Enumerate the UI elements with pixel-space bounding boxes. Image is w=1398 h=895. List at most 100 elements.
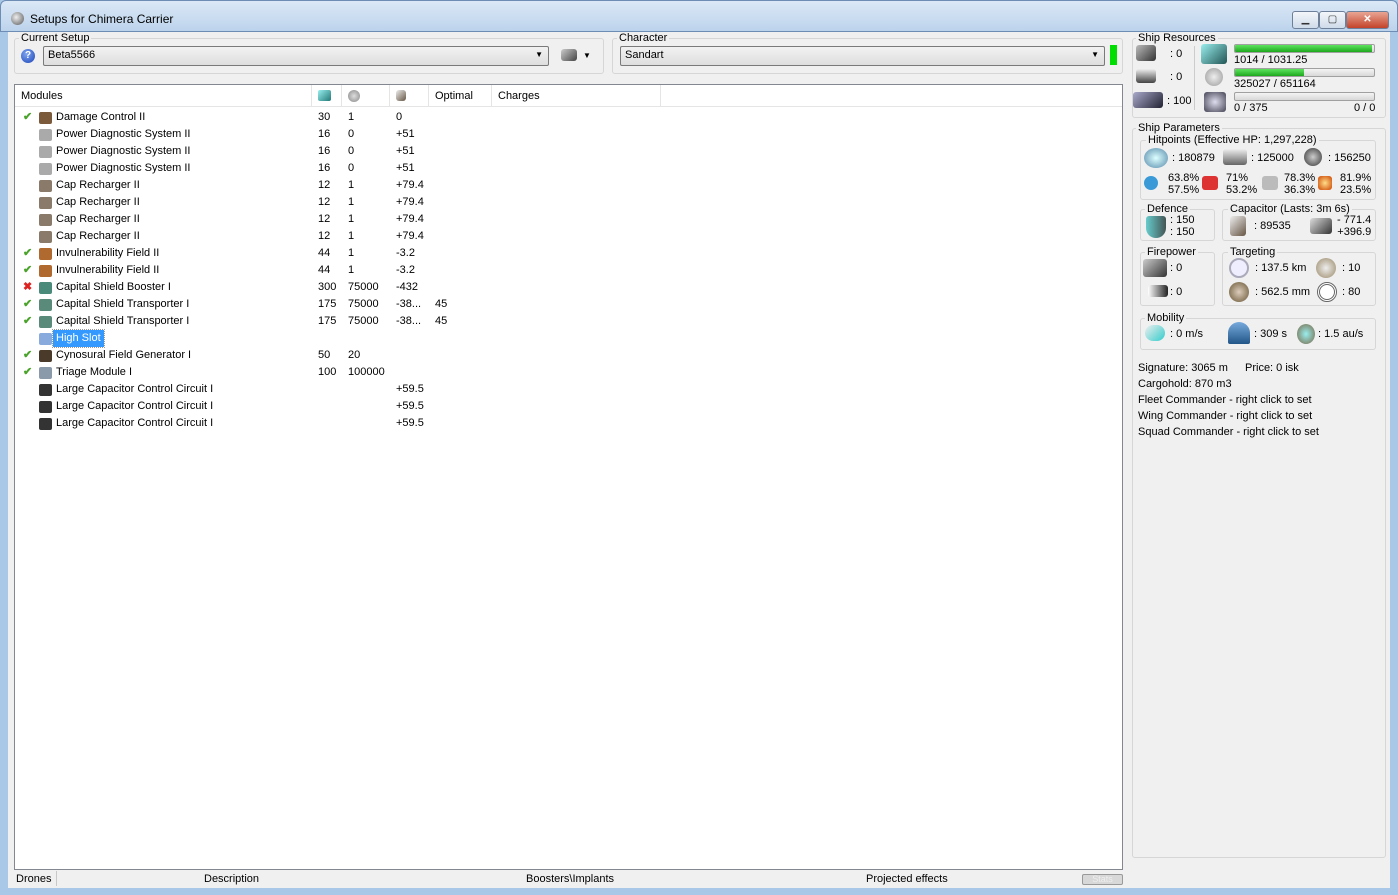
capacitor-amount: : 89535: [1254, 220, 1291, 232]
structure-icon: [1304, 148, 1322, 166]
module-capacitor: -3.2: [396, 264, 415, 276]
shield-icon: [1144, 148, 1168, 168]
module-row[interactable]: Cap Recharger II 12 1 +79.4: [15, 228, 715, 245]
em-resists: 63.8% 57.5%: [1168, 172, 1200, 196]
setup-select[interactable]: Beta5566 ▼: [43, 46, 549, 66]
module-row[interactable]: ✔ Invulnerability Field II 44 1 -3.2: [15, 245, 715, 262]
module-row[interactable]: Power Diagnostic System II 16 0 +51: [15, 160, 715, 177]
help-icon[interactable]: ?: [21, 49, 35, 63]
close-button[interactable]: ✕: [1346, 11, 1389, 29]
module-powergrid: 1: [348, 247, 355, 259]
launcher-hardpoint-icon: [1136, 69, 1156, 83]
header-capacitor[interactable]: [390, 85, 429, 107]
missile-dps-icon: [1148, 285, 1168, 297]
module-powergrid: 100000: [348, 366, 385, 378]
module-row[interactable]: Large Capacitor Control Circuit I +59.5: [15, 398, 715, 415]
turret-dps: : 0: [1170, 262, 1183, 274]
tab-description[interactable]: Description: [204, 871, 259, 888]
thermal-resists: 71% 53.2%: [1226, 172, 1258, 196]
tab-drones[interactable]: Drones: [16, 871, 51, 888]
module-row[interactable]: ✔ Triage Module I 100 100000: [15, 364, 715, 381]
module-name: Large Capacitor Control Circuit I: [56, 383, 214, 395]
max-targets-icon: [1316, 258, 1336, 278]
module-optimal: 45: [435, 315, 448, 327]
module-name: Cynosural Field Generator I: [56, 349, 192, 361]
check-icon: ✔: [23, 349, 33, 361]
scan-resolution-icon: [1229, 282, 1249, 302]
module-row[interactable]: ✔ Cynosural Field Generator I 50 20: [15, 347, 715, 364]
minimize-button[interactable]: ▁: [1292, 11, 1319, 29]
stats-button[interactable]: Stats: [1082, 874, 1123, 885]
cpu-bar: [1234, 44, 1375, 53]
module-name: Invulnerability Field II: [56, 264, 160, 276]
modules-list[interactable]: Modules Optimal Charges ✔ Damage Control …: [14, 84, 1123, 870]
module-cpu: 100: [318, 366, 337, 378]
module-row[interactable]: Cap Recharger II 12 1 +79.4: [15, 177, 715, 194]
module-cpu: 44: [318, 247, 331, 259]
error-x-icon: ✖: [23, 281, 33, 293]
module-row[interactable]: ✖ Capital Shield Booster I 300 75000 -432: [15, 279, 715, 296]
defence-values: : 150: 150: [1170, 214, 1195, 238]
ship-tools-icon[interactable]: [561, 49, 577, 61]
module-row[interactable]: ✔ Capital Shield Transporter I 175 75000 -38…: [15, 313, 715, 330]
header-charges[interactable]: Charges: [492, 85, 661, 107]
module-row[interactable]: Cap Recharger II 12 1 +79.4: [15, 194, 715, 211]
module-row[interactable]: ✔ Damage Control II 30 1 0: [15, 109, 715, 126]
module-row[interactable]: High Slot: [15, 329, 715, 348]
velocity-icon: [1145, 325, 1165, 341]
signature-radius: Signature: 3065 m: [1138, 362, 1228, 374]
module-optimal: 45: [435, 298, 448, 310]
module-name: Power Diagnostic System II: [56, 145, 191, 157]
header-modules[interactable]: Modules: [15, 85, 312, 107]
setup-value: Beta5566: [48, 49, 96, 61]
calibration-value: : 100: [1167, 95, 1192, 107]
module-capacitor: -38...: [396, 298, 422, 310]
module-cpu: 12: [318, 179, 331, 191]
thermal-resist-icon: [1202, 176, 1218, 190]
targeting-range-icon: [1229, 258, 1249, 278]
module-row[interactable]: ✔ Invulnerability Field II 44 1 -3.2: [15, 262, 715, 279]
module-row[interactable]: ✔ Capital Shield Transporter I 175 75000 -38…: [15, 296, 715, 313]
powergrid-bar: [1234, 68, 1375, 77]
character-label: Character: [617, 32, 670, 44]
header-cpu[interactable]: [312, 85, 342, 107]
tab-boosters-implants[interactable]: Boosters\Implants: [526, 871, 614, 888]
character-select[interactable]: Sandart ▼: [620, 46, 1105, 66]
ship-price: Price: 0 isk: [1245, 362, 1299, 374]
module-icon: [39, 265, 52, 277]
cpu-icon: [318, 90, 331, 101]
header-optimal[interactable]: Optimal: [429, 85, 492, 107]
cargohold: Cargohold: 870 m3: [1138, 378, 1232, 390]
ship-resources-title: Ship Resources: [1136, 32, 1218, 44]
module-icon: [39, 129, 52, 141]
module-icon: [39, 418, 52, 430]
chevron-down-icon[interactable]: ▼: [583, 51, 591, 60]
squad-commander[interactable]: Squad Commander - right click to set: [1138, 426, 1319, 438]
wing-commander[interactable]: Wing Commander - right click to set: [1138, 410, 1312, 422]
module-row[interactable]: Cap Recharger II 12 1 +79.4: [15, 211, 715, 228]
module-powergrid: 75000: [348, 281, 379, 293]
module-row[interactable]: Power Diagnostic System II 16 0 +51: [15, 143, 715, 160]
check-icon: ✔: [23, 247, 33, 259]
module-row[interactable]: Large Capacitor Control Circuit I +59.5: [15, 415, 715, 432]
module-powergrid: 75000: [348, 298, 379, 310]
module-row[interactable]: Large Capacitor Control Circuit I +59.5: [15, 381, 715, 398]
cap-recharge-icon: [1310, 218, 1332, 234]
fleet-commander[interactable]: Fleet Commander - right click to set: [1138, 394, 1312, 406]
hitpoints-title: Hitpoints (Effective HP: 1,297,228): [1146, 134, 1319, 146]
module-row[interactable]: Power Diagnostic System II 16 0 +51: [15, 126, 715, 143]
title-bar: Setups for Chimera Carrier ▁ ▢ ✕: [0, 0, 1398, 32]
module-cpu: 16: [318, 128, 331, 140]
kinetic-resist-icon: [1262, 176, 1278, 190]
tab-projected-effects[interactable]: Projected effects: [866, 871, 948, 888]
align-time-icon: [1228, 322, 1250, 344]
maximize-button[interactable]: ▢: [1319, 11, 1346, 29]
drone-bandwidth-value: 0 / 0: [1354, 102, 1376, 114]
module-cpu: 300: [318, 281, 337, 293]
capacitor-icon: [1230, 216, 1246, 236]
module-powergrid: 0: [348, 145, 355, 157]
module-powergrid: 20: [348, 349, 361, 361]
drone-bay-bar: [1234, 92, 1375, 101]
header-powergrid[interactable]: [342, 85, 390, 107]
turret-dps-icon: [1143, 259, 1167, 277]
